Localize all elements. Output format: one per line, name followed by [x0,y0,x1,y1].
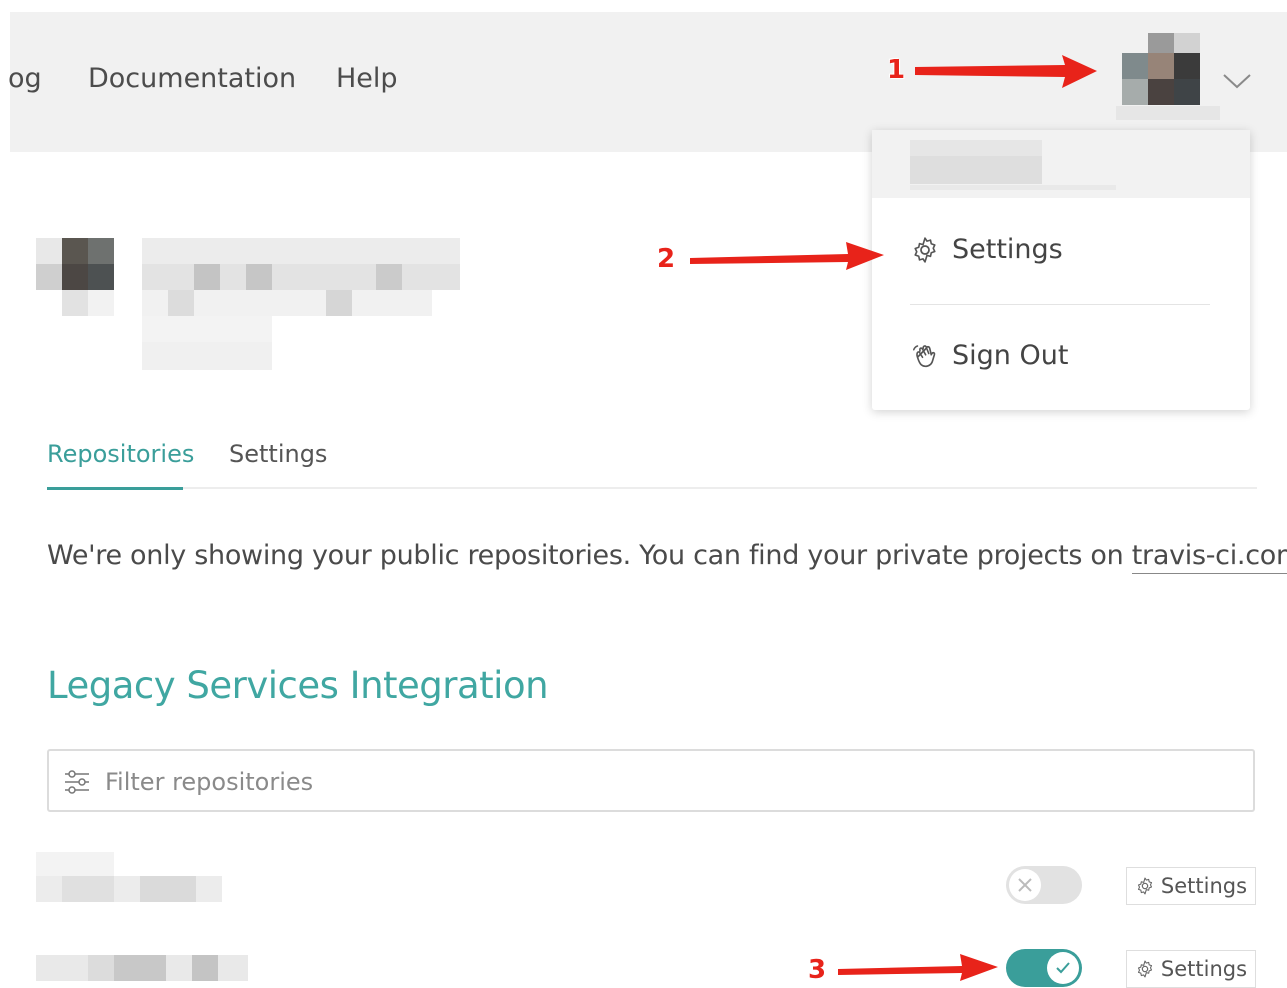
annotation-number-2: 2 [657,244,676,274]
annotation-arrows [690,55,1097,981]
annotation-arrow-2 [690,242,884,270]
annotation-arrow-1 [915,55,1097,88]
annotation-number-1: 1 [887,55,906,85]
annotation-number-3: 3 [808,955,827,985]
annotation-arrow-3 [838,954,998,981]
